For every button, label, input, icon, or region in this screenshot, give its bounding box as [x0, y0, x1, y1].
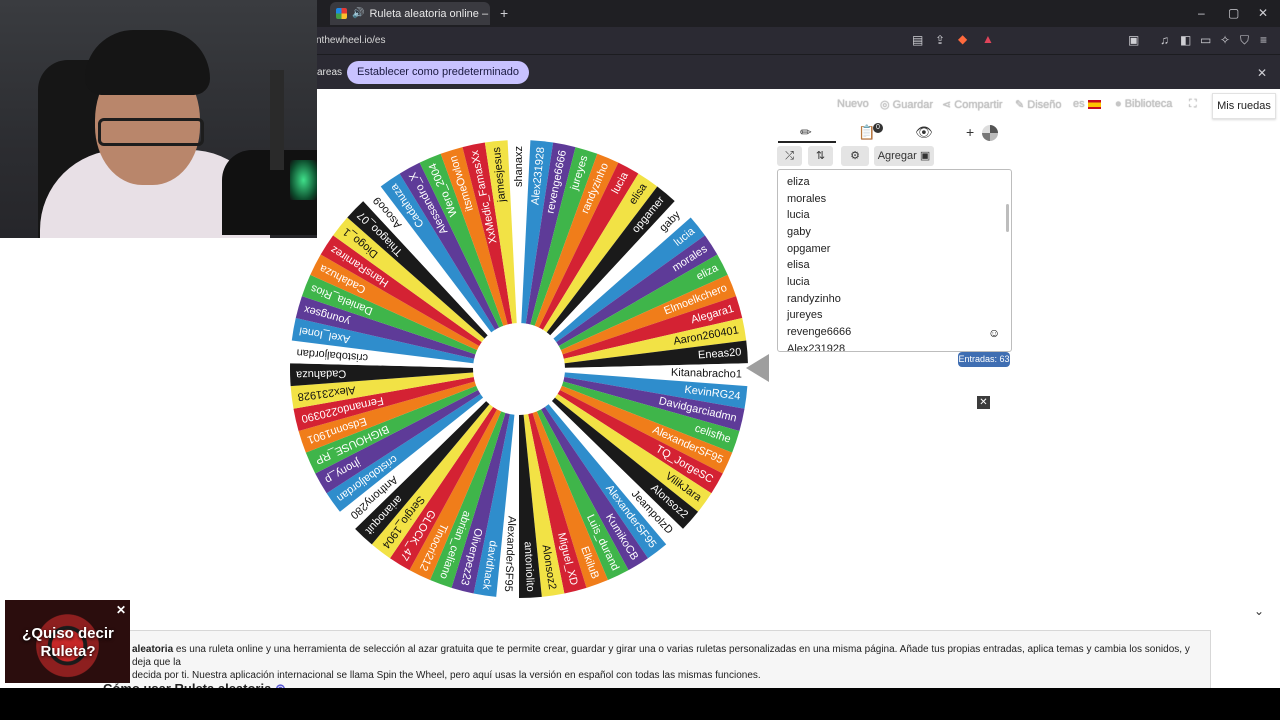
- textarea-scrollbar[interactable]: [1006, 204, 1009, 232]
- infobar-close-icon[interactable]: ✕: [1257, 66, 1267, 80]
- description-text-2: decida por ti. Nuestra aplicación intern…: [132, 670, 761, 681]
- wheel-thumbnail-icon[interactable]: [982, 125, 998, 141]
- entry-line: gaby: [787, 226, 811, 238]
- spain-flag-icon: [1087, 99, 1101, 109]
- globe-icon: ●: [1115, 98, 1125, 110]
- vpn-icon[interactable]: ⛉: [1240, 33, 1249, 47]
- promo-close-icon[interactable]: ✕: [116, 601, 126, 619]
- close-icon[interactable]: ✕: [977, 396, 990, 409]
- glasses-shape: [98, 118, 204, 146]
- nav-nuevo[interactable]: Nuevo: [837, 98, 869, 110]
- wheel-segment-label: antoniolito: [522, 541, 536, 592]
- wheel-segment-label: Kitanabracho1: [671, 367, 742, 381]
- entry-line: elisa: [787, 259, 810, 271]
- brave-shield-icon[interactable]: ◆: [958, 32, 967, 46]
- music-icon[interactable]: ♫: [1160, 33, 1169, 47]
- wheel-segment-label: Cadahuza: [295, 367, 346, 380]
- shuffle-icon: ⤮: [785, 150, 794, 162]
- nav-language[interactable]: es: [1073, 98, 1101, 110]
- hidden-eye-icon[interactable]: 👁: [915, 124, 933, 141]
- fullscreen-icon[interactable]: ⛶: [1189, 98, 1197, 111]
- description-bold: aleatoria: [132, 644, 174, 655]
- new-tab-button[interactable]: +: [500, 6, 508, 20]
- wallet-icon[interactable]: ▭: [1200, 33, 1211, 47]
- person-hair: [85, 30, 210, 95]
- edit-pencil-icon[interactable]: ✏: [800, 124, 812, 141]
- minimize-button[interactable]: –: [1198, 6, 1205, 20]
- shuffle-button[interactable]: ⤮: [777, 146, 802, 166]
- save-icon: ◎: [880, 99, 893, 111]
- results-count-badge: 0: [873, 123, 883, 133]
- entry-line: Alex231928: [787, 343, 846, 352]
- entry-line: opgamer: [787, 243, 831, 255]
- webcam-overlay: [0, 0, 317, 238]
- entry-line: morales: [787, 193, 827, 205]
- nav-guardar[interactable]: ◎ Guardar: [880, 98, 933, 111]
- reader-icon[interactable]: ▤: [912, 33, 923, 47]
- mic-arm-shape: [270, 70, 284, 170]
- tab-manager-icon[interactable]: ▣: [1128, 33, 1139, 47]
- brush-icon: ✎: [1015, 99, 1028, 111]
- black-bottom-bar: [0, 688, 1280, 720]
- mis-ruedas-button[interactable]: Mis ruedas: [1212, 93, 1276, 119]
- chevron-down-icon[interactable]: ⌄: [1254, 604, 1264, 618]
- leo-ai-icon[interactable]: ✧: [1220, 33, 1230, 47]
- image-icon: ▣: [919, 150, 931, 162]
- browser-tab[interactable]: 🔊 Ruleta aleatoria online – ruleta ✕: [330, 2, 490, 25]
- entries-textarea[interactable]: eliza morales lucia gaby opgamer elisa l…: [777, 169, 1012, 352]
- nav-diseno[interactable]: ✎ Diseño: [1015, 98, 1062, 111]
- wheel-segment-label: shanaxz: [513, 146, 525, 187]
- nav-biblioteca[interactable]: ● Biblioteca: [1115, 98, 1172, 110]
- spin-wheel[interactable]: shanaxz Alex231928revenge6666 jureyesrandy…: [288, 138, 750, 600]
- info-text: areas: [317, 67, 343, 78]
- sort-button[interactable]: ⇅: [808, 146, 833, 166]
- wheel-center-hub[interactable]: [473, 323, 565, 415]
- menu-icon[interactable]: ≡: [1260, 33, 1267, 47]
- speaker-icon[interactable]: 🔊: [352, 8, 364, 19]
- nav-compartir[interactable]: ⋖ Compartir: [942, 98, 1003, 111]
- add-wheel-icon[interactable]: +: [966, 124, 974, 140]
- entries-count-badge: Entradas: 63: [958, 352, 1010, 367]
- sidebar-icon[interactable]: ◧: [1180, 33, 1191, 47]
- entry-line: lucia: [787, 209, 810, 221]
- wheel-pointer: [746, 354, 769, 382]
- url-text[interactable]: nthewheel.io/es: [316, 35, 386, 46]
- rewards-icon[interactable]: ▲: [982, 32, 994, 46]
- sort-icon: ⇅: [815, 150, 826, 162]
- promo-text: ¿Quiso decir Ruleta?: [22, 625, 114, 660]
- entry-line: jureyes: [787, 309, 823, 321]
- entry-line: revenge6666: [787, 326, 852, 338]
- entry-line: randyzinho: [787, 293, 841, 305]
- emoji-icon[interactable]: ☺: [988, 326, 1000, 340]
- agregar-button[interactable]: Agregar ▣: [874, 146, 934, 166]
- gear-icon: ⚙: [850, 150, 860, 162]
- active-tab-underline: [778, 141, 836, 143]
- description-text: es una ruleta online y una herramienta d…: [132, 644, 1190, 668]
- set-default-button[interactable]: Establecer como predeterminado: [347, 61, 530, 84]
- entry-line: eliza: [787, 176, 810, 188]
- share-icon[interactable]: ⇪: [935, 33, 945, 47]
- site-favicon-icon: [336, 8, 347, 19]
- settings-button[interactable]: ⚙: [841, 146, 869, 166]
- tab-title: Ruleta aleatoria online – ruleta: [369, 7, 490, 20]
- entry-line: lucia: [787, 276, 810, 288]
- maximize-button[interactable]: ▢: [1228, 6, 1239, 20]
- promo-card[interactable]: ¿Quiso decir Ruleta? ✕: [5, 600, 130, 683]
- share-icon: ⋖: [942, 99, 955, 111]
- close-window-button[interactable]: ✕: [1258, 6, 1268, 20]
- green-light-shape: [290, 160, 317, 200]
